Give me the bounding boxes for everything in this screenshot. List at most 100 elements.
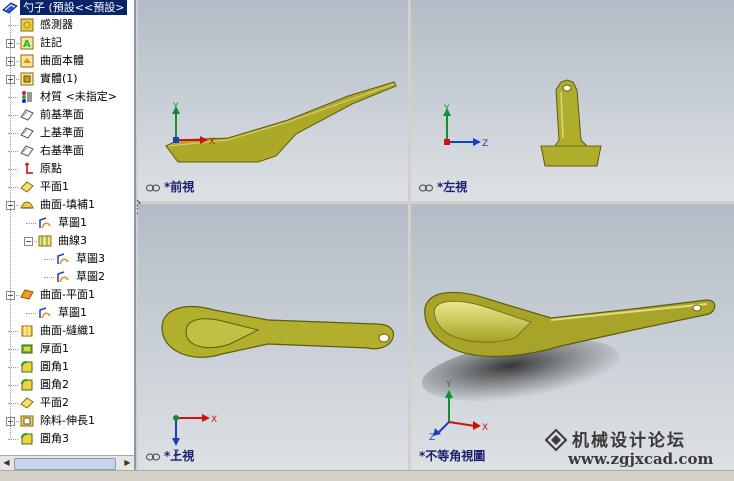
forum-logo-icon (544, 428, 568, 452)
tree-item-label: 曲面本體 (40, 54, 84, 67)
fillet-icon (21, 433, 33, 445)
viewport-name: *不等角視圖 (419, 449, 486, 463)
axis-x-label: X (482, 423, 488, 433)
axis-y-label: Y (443, 104, 450, 114)
solid-bodies-icon (20, 72, 34, 86)
thicken-icon (21, 344, 33, 354)
material-icon (22, 91, 32, 103)
fillet-icon (21, 361, 33, 373)
tree-connector (14, 61, 19, 62)
viewport-label-top: *上視 (146, 447, 194, 464)
tree-item-label: 原點 (40, 162, 62, 175)
plane-icon (20, 127, 34, 139)
viewport-top[interactable]: Z X *上視 (138, 204, 408, 470)
sketch-icon (39, 217, 51, 229)
svg-text:A: A (23, 39, 31, 50)
axis-z-label: Z (482, 139, 488, 149)
spoon-top-view: Z X (161, 306, 395, 459)
axis-triad-front: Y X (172, 102, 215, 147)
tree-horizontal-scrollbar[interactable]: ◀ ▶ (0, 455, 134, 470)
viewport-name: *上視 (164, 449, 195, 463)
tree-item-label: 曲線3 (58, 234, 87, 247)
watermark-url: www.zgjxcad.com (568, 450, 714, 468)
watermark-text: 机械设计论坛 (572, 431, 686, 451)
tree-connector (32, 241, 37, 242)
tree-connector (10, 14, 11, 439)
tree-item-label: 右基準面 (40, 144, 84, 157)
plane-feature-icon (20, 181, 34, 193)
link-views-icon (146, 453, 160, 460)
tree-item-label: 曲面-平面1 (40, 288, 95, 301)
link-views-icon (146, 184, 160, 191)
knit-surface-icon (21, 325, 33, 337)
tree-item-label: 圓角3 (40, 432, 69, 445)
tree-connector (14, 43, 19, 44)
part-icon (2, 2, 18, 14)
link-views-icon (419, 184, 433, 191)
feature-manager-tree[interactable]: 勺子 (預設<<預設> 感測器 A 註記 + 曲面本體 + 實體(1) + 材質 <未指定> 前基… (0, 0, 136, 470)
sketch-icon (57, 253, 69, 265)
bottom-tab-strip (0, 470, 734, 481)
sketch-icon (39, 307, 51, 319)
viewport-label-left: *左視 (419, 178, 467, 195)
viewport-label-front: *前視 (146, 178, 194, 195)
tree-root[interactable]: 勺子 (預設<<預設> (0, 0, 134, 15)
axis-x-label: X (211, 415, 217, 425)
scroll-left-icon[interactable]: ◀ (1, 458, 12, 468)
tree-connector (26, 223, 36, 224)
plane-icon (20, 109, 34, 121)
plane-icon (20, 145, 34, 157)
tree-connector (14, 295, 19, 296)
tree-connector (44, 277, 54, 278)
tree-item-label: 草圖3 (76, 252, 105, 265)
sketch-icon (57, 271, 69, 283)
viewport-front[interactable]: Y X *前視 (138, 0, 408, 201)
tree-item-label: 平面2 (40, 396, 69, 409)
viewport-name: *左視 (437, 180, 468, 194)
tree-connector (26, 313, 36, 314)
tree-connector (14, 79, 19, 80)
surface-bodies-icon (20, 54, 34, 68)
tree-connector (8, 439, 18, 440)
scrollbar-thumb[interactable] (14, 458, 116, 470)
axis-triad-left: Y Z (443, 104, 488, 149)
scroll-right-icon[interactable]: ▶ (122, 458, 133, 468)
tree-item-label: 除料-伸長1 (40, 414, 95, 427)
tree-item-label: 註記 (40, 36, 62, 49)
axis-y-label: Y (172, 102, 179, 112)
axis-y-label: Y (445, 380, 452, 390)
spoon-left-view: Y Z (443, 79, 602, 167)
forum-watermark: 机械设计论坛 www.zgjxcad.com (540, 426, 730, 470)
tree-item-label: 上基準面 (40, 126, 84, 139)
curve-icon (38, 235, 52, 247)
axis-z-label: Z (429, 433, 435, 443)
planar-surface-icon (20, 289, 34, 300)
annotation-icon: A (20, 36, 34, 50)
viewport-left[interactable]: Y Z *左視 (411, 0, 734, 201)
viewport-label-isometric: *不等角視圖 (419, 447, 485, 464)
tree-item-label: 厚面1 (40, 342, 69, 355)
fillet-icon (21, 379, 33, 391)
tree-item-label: 草圖1 (58, 306, 87, 319)
tree-item-label: 實體(1) (40, 72, 78, 85)
tree-item-label: 草圖1 (58, 216, 87, 229)
tree-root-label: 勺子 (預設<<預設> (20, 0, 128, 15)
origin-icon (24, 162, 33, 174)
viewport-name: *前視 (164, 180, 195, 194)
plane-feature-icon (20, 397, 34, 409)
cut-extrude-icon (20, 415, 34, 427)
tree-connector (44, 259, 54, 260)
tree-item-label: 圓角1 (40, 360, 69, 373)
tree-connector (14, 421, 19, 422)
tree-item-label: 感測器 (40, 18, 73, 31)
tree-item-label: 曲面-填補1 (40, 198, 95, 211)
tree-connector (14, 205, 19, 206)
tree-item-label: 圓角2 (40, 378, 69, 391)
tree-item-label: 曲面-縫織1 (40, 324, 95, 337)
surface-fill-icon (20, 201, 34, 209)
tree-item-label: 草圖2 (76, 270, 105, 283)
tree-item-label: 材質 <未指定> (40, 90, 117, 103)
axis-x-label: X (209, 137, 215, 147)
tree-item-label: 平面1 (40, 180, 69, 193)
spoon-front-view: Y X (165, 81, 397, 163)
